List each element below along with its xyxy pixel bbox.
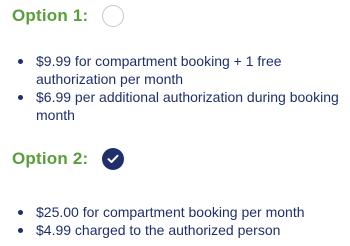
option-1-bullet-list: $9.99 for compartment booking + 1 free a… <box>18 52 342 124</box>
option-1-header: Option 1: <box>12 5 125 27</box>
option-2-bullet-1: $25.00 for compartment booking per month <box>18 203 342 221</box>
option-2-header: Option 2: <box>12 148 125 170</box>
checkmark-icon <box>107 154 119 163</box>
option-1-title: Option 1: <box>12 6 89 25</box>
option-1-bullet-1: $9.99 for compartment booking + 1 free a… <box>18 52 342 88</box>
option-2-bullet-list: $25.00 for compartment booking per month… <box>18 203 342 239</box>
option-2-bullet-2: $4.99 charged to the authorized person <box>18 221 342 239</box>
option-1-bullet-2: $6.99 per additional authorization durin… <box>18 88 342 124</box>
option-1-radio[interactable] <box>102 5 125 27</box>
option-2-title: Option 2: <box>12 149 89 168</box>
option-2-radio[interactable] <box>102 148 125 170</box>
